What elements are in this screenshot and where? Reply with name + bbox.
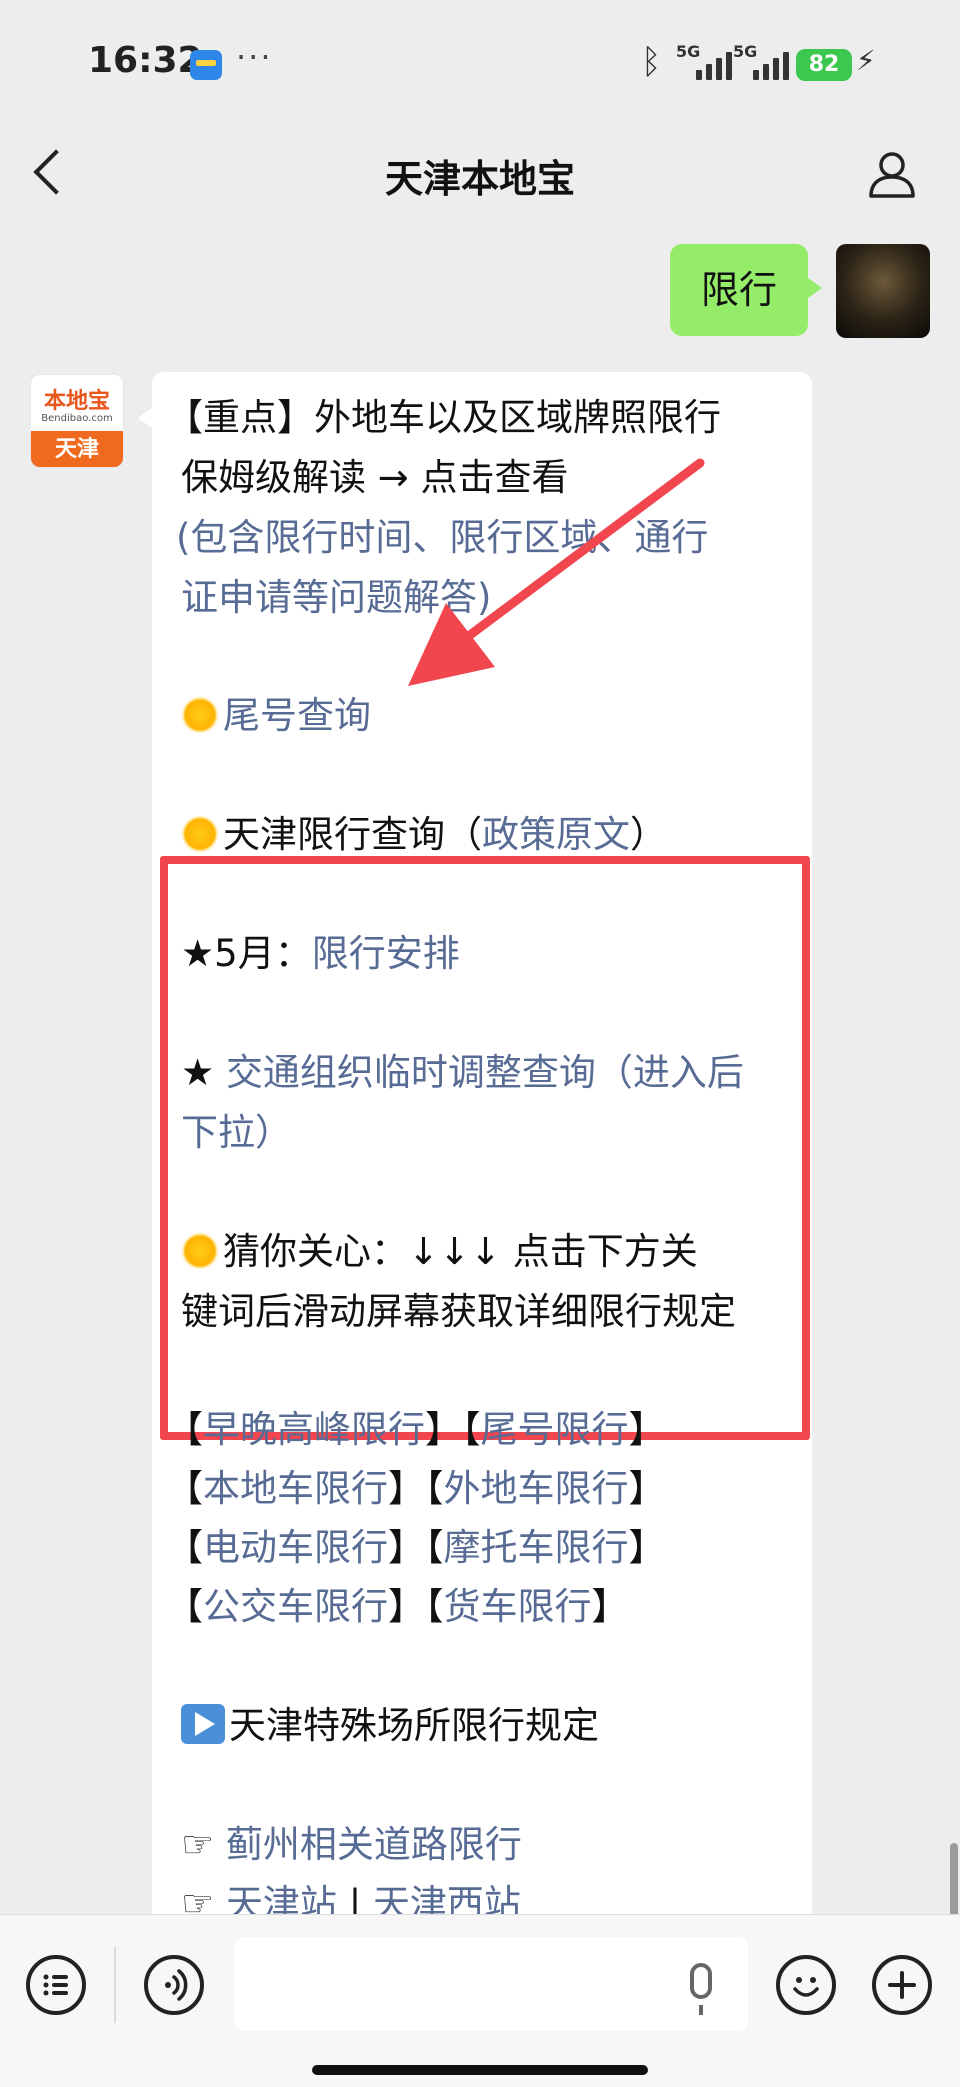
sun-icon: [181, 1232, 219, 1270]
bot-avatar[interactable]: 本地宝 Bendibao.com 天津: [30, 374, 124, 468]
tail-query-row: 尾号查询: [181, 686, 371, 746]
status-time: 16:32: [88, 40, 203, 81]
guess-line1: 猜你关心：↓↓↓ 点击下方关: [223, 1230, 698, 1273]
user-message-bubble[interactable]: 限行: [670, 244, 822, 336]
keyword-link[interactable]: 摩托车限行: [444, 1526, 629, 1569]
station-row: ☞ 天津站 | 天津西站: [181, 1874, 521, 1914]
guess-line2: 键词后滑动屏幕获取详细限行规定: [181, 1290, 736, 1333]
keyword-link[interactable]: 尾号限行: [481, 1408, 629, 1451]
station-link-1[interactable]: 天津站: [226, 1882, 337, 1914]
avatar-url: Bendibao.com: [41, 413, 113, 424]
bracket: 】: [425, 1408, 462, 1451]
keyword-link[interactable]: 早晚高峰限行: [203, 1408, 425, 1451]
bracket: 】: [628, 1408, 666, 1451]
keyword-row-3: 【电动车限行】【摩托车限行】: [166, 1518, 666, 1578]
tail-query-link[interactable]: 尾号查询: [223, 694, 371, 737]
bracket: 【: [166, 1467, 203, 1510]
signal-icon-2: 5G: [733, 42, 795, 82]
bracket: 】: [388, 1585, 425, 1628]
special-title: 天津特殊场所限行规定: [229, 1704, 599, 1747]
keyword-link[interactable]: 货车限行: [444, 1585, 592, 1628]
home-indicator: [312, 2065, 648, 2075]
charging-bolt-icon: ⚡: [856, 44, 876, 77]
user-avatar[interactable]: [836, 244, 930, 338]
emoji-icon: [793, 1977, 819, 1997]
keyword-row-1: 【早晚高峰限行】【尾号限行】: [166, 1400, 666, 1460]
highlight-box: [160, 856, 810, 1440]
note-line1[interactable]: (包含限行时间、限行区域、通行: [176, 508, 708, 568]
play-icon: [181, 1704, 225, 1744]
divider-line: [114, 1947, 116, 2023]
keyword-link[interactable]: 外地车限行: [444, 1467, 629, 1510]
scrollbar[interactable]: [950, 1843, 958, 1914]
bracket: 【: [166, 1526, 203, 1569]
policy-link[interactable]: 政策原文: [482, 813, 630, 856]
bracket: 【: [425, 1467, 444, 1510]
list-icon: [43, 1974, 68, 1996]
more-dots-icon: ···: [236, 38, 273, 76]
hand-pointer-icon: ☞: [181, 1823, 226, 1866]
tianjin-query-text: 天津限行查询（: [223, 813, 482, 856]
headline-line2[interactable]: 保姆级解读 → 点击查看: [181, 448, 569, 508]
guess-row: 猜你关心：↓↓↓ 点击下方关: [181, 1222, 698, 1282]
headline-line1[interactable]: 【重点】外地车以及区域牌照限行: [166, 388, 721, 448]
status-bar: 16:32 ··· ᛒ 5G 5G 82 ⚡: [0, 0, 960, 110]
bracket: 【: [425, 1526, 444, 1569]
keyword-row-2: 【本地车限行】【外地车限行】: [166, 1459, 666, 1519]
bracket: 【: [166, 1585, 203, 1628]
avatar-city: 天津: [31, 431, 123, 467]
jizhou-row: ☞ 蓟州相关道路限行: [181, 1815, 522, 1875]
bracket: 【: [166, 1408, 203, 1451]
keyword-link[interactable]: 本地车限行: [203, 1467, 388, 1510]
special-places-row: 天津特殊场所限行规定: [181, 1696, 599, 1756]
sun-icon: [181, 696, 219, 734]
voice-button[interactable]: [144, 1955, 204, 2015]
sun-icon: [181, 815, 219, 853]
emoji-button[interactable]: [776, 1955, 836, 2015]
plus-icon: [888, 1971, 916, 1999]
close-paren: ）: [630, 813, 667, 856]
bracket: 】: [591, 1585, 629, 1628]
bluetooth-icon: ᛒ: [641, 42, 662, 82]
battery-indicator: 82: [796, 49, 852, 81]
profile-icon[interactable]: [866, 148, 918, 200]
bottom-input-bar: [0, 1914, 960, 2087]
divider: |: [336, 1882, 373, 1914]
bracket: 】: [388, 1467, 425, 1510]
hand-pointer-icon: ☞: [181, 1882, 226, 1914]
avatar-brand: 本地宝: [43, 389, 110, 414]
bracket: 】: [388, 1526, 425, 1569]
chat-title: 天津本地宝: [384, 157, 575, 201]
menu-list-button[interactable]: [26, 1955, 86, 2015]
add-more-button[interactable]: [872, 1955, 932, 2015]
bracket: 】: [628, 1526, 666, 1569]
nav-bar: 天津本地宝: [0, 110, 960, 238]
bracket: 【: [462, 1408, 481, 1451]
chat-area[interactable]: 限行 本地宝 Bendibao.com 天津 【重点】外地车以及区域牌照限行 保…: [0, 238, 960, 1914]
note-line2[interactable]: 证申请等问题解答): [181, 568, 491, 628]
jizhou-link[interactable]: 蓟州相关道路限行: [226, 1823, 522, 1866]
keyword-link[interactable]: 电动车限行: [203, 1526, 388, 1569]
bracket: 】: [628, 1467, 666, 1510]
keyword-row-4: 【公交车限行】【货车限行】: [166, 1577, 629, 1637]
station-link-2[interactable]: 天津西站: [373, 1882, 521, 1914]
bracket: 【: [425, 1585, 444, 1628]
microphone-icon[interactable]: [690, 1963, 712, 2015]
signal-icon: 5G: [676, 42, 738, 82]
voice-icon: [165, 1969, 188, 2001]
keyword-link[interactable]: 公交车限行: [203, 1585, 388, 1628]
message-input[interactable]: [234, 1937, 748, 2031]
wallet-icon: [190, 50, 222, 80]
